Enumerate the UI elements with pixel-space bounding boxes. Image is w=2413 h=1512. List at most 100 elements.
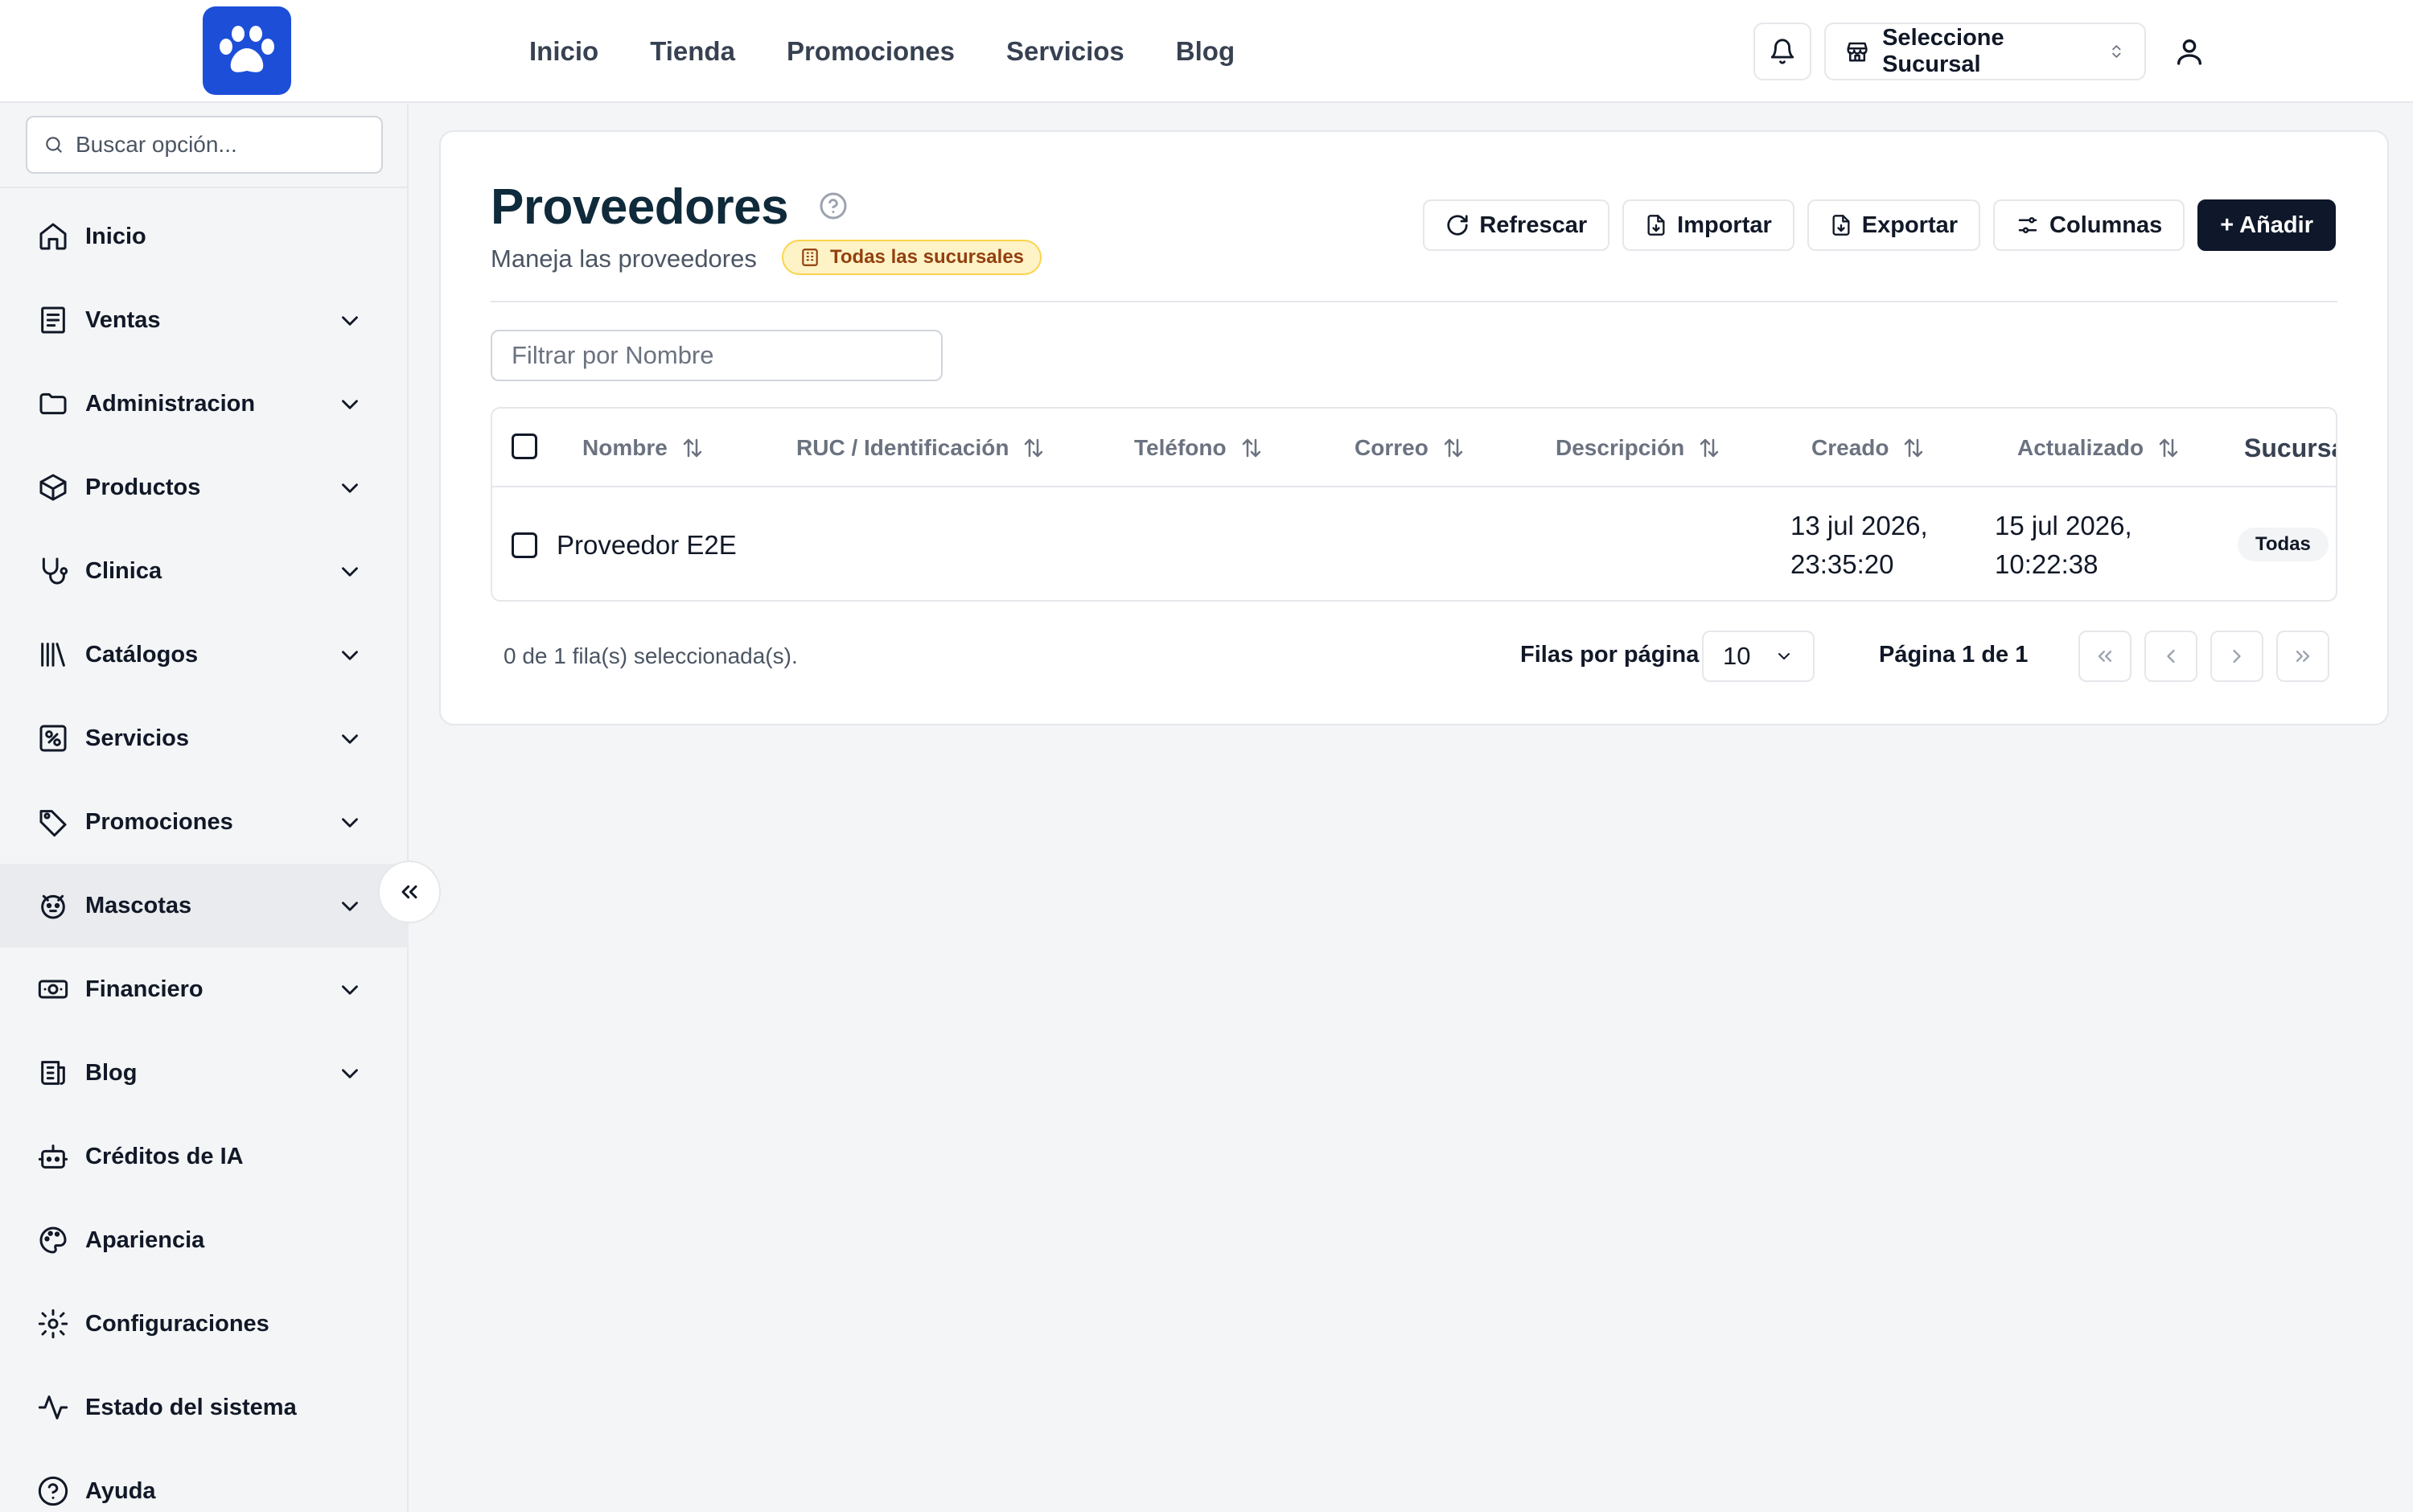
sidebar-menu: Inicio Ventas Administracion Productos Clini… bbox=[0, 195, 409, 1512]
column-header-1[interactable]: RUC / Identificación bbox=[796, 409, 1046, 487]
column-header-4[interactable]: Descripción bbox=[1556, 409, 1721, 487]
table-row[interactable]: Proveedor E2E 13 jul 2026, 23:35:20 15 j… bbox=[492, 487, 2336, 600]
sidebar-item-catálogos[interactable]: Catálogos bbox=[0, 613, 409, 696]
top-nav: Inicio Tienda Promociones Servicios Blog bbox=[529, 0, 1235, 103]
chevron-left-icon bbox=[2167, 649, 2175, 664]
file-export-icon bbox=[1832, 215, 1850, 236]
columns-label: Columnas bbox=[2049, 212, 2163, 238]
sidebar-item-label: Catálogos bbox=[85, 641, 199, 668]
sidebar-item-configuraciones[interactable]: Configuraciones bbox=[0, 1282, 409, 1366]
cell-nombre: Proveedor E2E bbox=[557, 530, 737, 560]
sidebar-item-estado-del-sistema[interactable]: Estado del sistema bbox=[0, 1366, 409, 1449]
last-page-button[interactable] bbox=[2276, 631, 2329, 682]
sidebar-item-label: Mascotas bbox=[85, 892, 192, 918]
sidebar-divider bbox=[0, 187, 409, 188]
sidebar-item-productos[interactable]: Productos bbox=[0, 446, 409, 529]
sidebar-item-blog[interactable]: Blog bbox=[0, 1031, 409, 1115]
library-icon bbox=[37, 639, 69, 671]
receipt-icon bbox=[37, 304, 69, 336]
refresh-button[interactable]: Refrescar bbox=[1423, 199, 1610, 251]
help-circle-icon[interactable] bbox=[819, 191, 848, 220]
collapse-sidebar-button[interactable] bbox=[378, 861, 441, 923]
sidebar-item-financiero[interactable]: Financiero bbox=[0, 947, 409, 1031]
top-bar: Inicio Tienda Promociones Servicios Blog… bbox=[0, 0, 2413, 103]
row-checkbox[interactable] bbox=[512, 532, 537, 558]
sort-arrows-icon[interactable] bbox=[1901, 436, 1926, 460]
sidebar-item-servicios[interactable]: Servicios bbox=[0, 696, 409, 780]
sidebar-item-ayuda[interactable]: Ayuda bbox=[0, 1449, 409, 1512]
sort-arrows-icon[interactable] bbox=[680, 436, 705, 460]
sidebar-item-ventas[interactable]: Ventas bbox=[0, 278, 409, 362]
prev-page-button[interactable] bbox=[2144, 631, 2197, 682]
refresh-icon bbox=[1447, 215, 1468, 236]
sidebar-search-input[interactable] bbox=[76, 132, 365, 158]
branch-selector[interactable]: Seleccione Sucursal bbox=[1824, 23, 2146, 80]
stethoscope-icon bbox=[37, 555, 69, 587]
column-header-2[interactable]: Teléfono bbox=[1134, 409, 1264, 487]
sidebar-item-inicio[interactable]: Inicio bbox=[0, 195, 409, 278]
rows-per-page-select[interactable]: 10 bbox=[1702, 631, 1815, 682]
scope-badge: Todas las sucursales bbox=[782, 240, 1042, 275]
nav-servicios[interactable]: Servicios bbox=[1006, 36, 1124, 67]
sidebar-item-label: Clinica bbox=[85, 557, 162, 584]
sort-arrows-icon[interactable] bbox=[1441, 436, 1465, 460]
columns-button[interactable]: Columnas bbox=[1993, 199, 2185, 251]
bell-icon bbox=[1770, 39, 1794, 64]
chevrons-left-icon bbox=[401, 885, 417, 899]
sidebar-item-label: Inicio bbox=[85, 223, 146, 249]
sort-arrows-icon[interactable] bbox=[1697, 436, 1721, 460]
column-header-5[interactable]: Creado bbox=[1811, 409, 1926, 487]
column-header-6[interactable]: Actualizado bbox=[2017, 409, 2181, 487]
sidebar-item-label: Financiero bbox=[85, 976, 203, 1002]
column-header-0[interactable]: Nombre bbox=[582, 409, 705, 487]
chevrons-right-icon bbox=[2296, 651, 2310, 662]
next-page-button[interactable] bbox=[2210, 631, 2263, 682]
search-icon bbox=[46, 137, 62, 153]
pagination bbox=[2078, 631, 2329, 682]
name-filter-input[interactable] bbox=[491, 330, 943, 381]
add-button[interactable]: + Añadir bbox=[2197, 199, 2336, 251]
import-label: Importar bbox=[1677, 212, 1772, 238]
toolbar: Refrescar Importar Exportar Columnas + A… bbox=[1423, 199, 2336, 251]
sort-arrows-icon[interactable] bbox=[2156, 436, 2181, 460]
column-header-label: RUC / Identificación bbox=[796, 435, 1009, 460]
sidebar-item-créditos-de-ia[interactable]: Créditos de IA bbox=[0, 1115, 409, 1198]
banknote-icon bbox=[37, 973, 69, 1005]
import-button[interactable]: Importar bbox=[1622, 199, 1794, 251]
export-button[interactable]: Exportar bbox=[1807, 199, 1981, 251]
activity-icon bbox=[37, 1391, 69, 1424]
sidebar-item-administracion[interactable]: Administracion bbox=[0, 362, 409, 446]
page-subtitle: Maneja las proveedores bbox=[491, 244, 757, 273]
chevrons-left-icon bbox=[2098, 651, 2112, 662]
nav-blog[interactable]: Blog bbox=[1176, 36, 1235, 67]
nav-tienda[interactable]: Tienda bbox=[650, 36, 735, 67]
sort-arrows-icon[interactable] bbox=[1022, 436, 1046, 460]
column-header-7[interactable]: Sucursa bbox=[2244, 409, 2336, 487]
sidebar-item-apariencia[interactable]: Apariencia bbox=[0, 1198, 409, 1282]
paw-logo-icon[interactable] bbox=[203, 6, 291, 95]
cell-actualizado-date: 15 jul 2026, bbox=[1995, 511, 2132, 540]
sidebar-search[interactable] bbox=[26, 116, 383, 174]
store-icon bbox=[1847, 42, 1868, 62]
sidebar-item-label: Productos bbox=[85, 474, 201, 500]
nav-promociones[interactable]: Promociones bbox=[787, 36, 955, 67]
branch-selector-label: Seleccione Sucursal bbox=[1882, 25, 2004, 77]
user-icon[interactable] bbox=[2168, 31, 2210, 72]
providers-table: Nombre RUC / Identificación Teléfono Correo… bbox=[491, 407, 2337, 602]
table-header: Nombre RUC / Identificación Teléfono Correo… bbox=[492, 409, 2336, 487]
sidebar-item-mascotas[interactable]: Mascotas bbox=[0, 864, 409, 947]
sidebar-item-promociones[interactable]: Promociones bbox=[0, 780, 409, 864]
sidebar-item-clinica[interactable]: Clinica bbox=[0, 529, 409, 613]
chevron-down-icon bbox=[1778, 653, 1790, 660]
column-header-3[interactable]: Correo bbox=[1354, 409, 1465, 487]
folder-icon bbox=[37, 388, 69, 420]
chevron-down-icon bbox=[336, 307, 364, 335]
first-page-button[interactable] bbox=[2078, 631, 2131, 682]
nav-inicio[interactable]: Inicio bbox=[529, 36, 598, 67]
notifications-button[interactable] bbox=[1753, 23, 1811, 80]
sort-arrows-icon[interactable] bbox=[1239, 436, 1264, 460]
sidebar-item-label: Estado del sistema bbox=[85, 1394, 297, 1420]
selection-count: 0 de 1 fila(s) seleccionada(s). bbox=[504, 643, 798, 668]
scissors-icon bbox=[37, 722, 69, 754]
column-header-label: Nombre bbox=[582, 435, 668, 460]
